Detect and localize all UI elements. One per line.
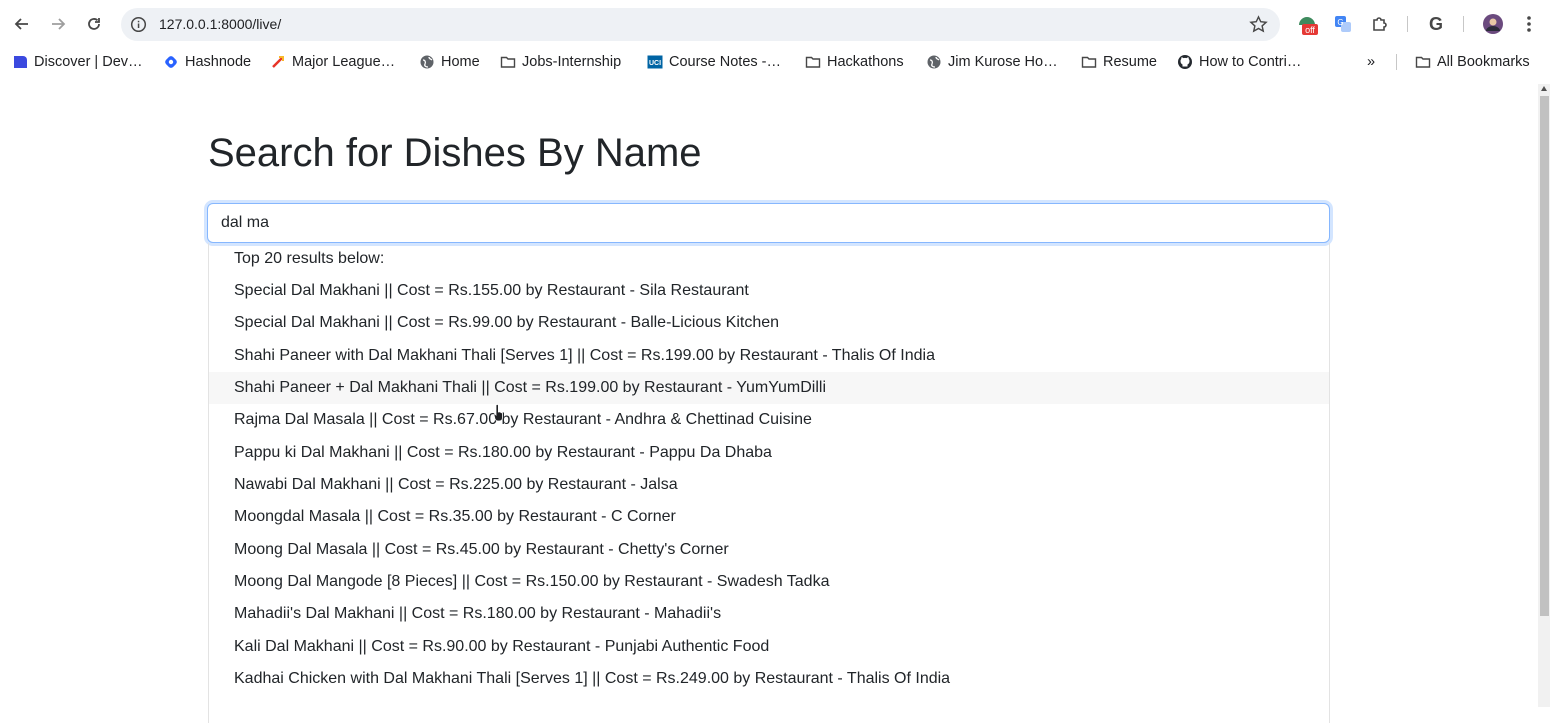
scroll-up-arrow-icon[interactable] bbox=[1541, 86, 1547, 91]
bookmark-item[interactable]: Home bbox=[419, 53, 480, 71]
result-item[interactable]: Nawabi Dal Makhani || Cost = Rs.225.00 b… bbox=[209, 469, 1329, 501]
result-item[interactable]: Kali Dal Makhani || Cost = Rs.90.00 by R… bbox=[209, 631, 1329, 663]
bookmark-label: Course Notes -… bbox=[669, 54, 782, 70]
search-results-list: Top 20 results below: Special Dal Makhan… bbox=[208, 243, 1330, 723]
github-icon bbox=[1177, 54, 1193, 70]
profile-avatar[interactable] bbox=[1481, 12, 1505, 36]
google-icon[interactable]: G bbox=[1424, 12, 1448, 36]
bookmark-star-icon[interactable] bbox=[1249, 15, 1268, 39]
results-header: Top 20 results below: bbox=[234, 250, 385, 267]
url-text: 127.0.0.1:8000/live/ bbox=[159, 16, 282, 32]
svg-text:G: G bbox=[1429, 14, 1443, 34]
toolbar-divider bbox=[1407, 16, 1408, 32]
dev-icon bbox=[12, 54, 28, 70]
address-bar[interactable]: 127.0.0.1:8000/live/ bbox=[121, 8, 1280, 41]
dish-search-input[interactable] bbox=[207, 203, 1330, 243]
scrollbar-thumb[interactable] bbox=[1540, 96, 1549, 616]
bookmark-item[interactable]: Major League… bbox=[270, 53, 395, 71]
folder-icon bbox=[805, 54, 821, 70]
folder-icon bbox=[500, 54, 516, 70]
bookmark-label: Hashnode bbox=[185, 54, 252, 70]
bookmark-item[interactable]: Hashnode bbox=[163, 53, 251, 71]
result-item[interactable]: Shahi Paneer with Dal Makhani Thali [Ser… bbox=[209, 340, 1329, 372]
mlh-icon bbox=[270, 54, 286, 70]
svg-text:off: off bbox=[1305, 25, 1315, 35]
translate-extension-icon[interactable]: G bbox=[1331, 12, 1355, 36]
svg-text:G: G bbox=[1337, 18, 1343, 27]
result-item[interactable]: Rajma Dal Masala || Cost = Rs.67.00 by R… bbox=[209, 404, 1329, 436]
result-item-hovered[interactable]: Shahi Paneer + Dal Makhani Thali || Cost… bbox=[209, 372, 1329, 404]
bookmark-label: Home bbox=[441, 54, 480, 70]
uci-icon: UCI bbox=[647, 54, 663, 70]
globe-icon bbox=[926, 54, 942, 70]
bookmark-item[interactable]: Resume bbox=[1081, 53, 1157, 71]
toolbar-divider bbox=[1463, 16, 1464, 32]
bookmark-label: Jobs-Internship bbox=[522, 54, 622, 70]
result-item[interactable]: Special Dal Makhani || Cost = Rs.155.00 … bbox=[209, 275, 1329, 307]
result-item[interactable]: Moong Dal Masala || Cost = Rs.45.00 by R… bbox=[209, 534, 1329, 566]
bookmark-label: Major League… bbox=[292, 54, 396, 70]
bookmark-label: Jim Kurose Ho… bbox=[948, 54, 1058, 70]
folder-icon bbox=[1081, 54, 1097, 70]
result-item[interactable]: Special Dal Makhani || Cost = Rs.99.00 b… bbox=[209, 307, 1329, 339]
bookmark-item[interactable]: Hackathons bbox=[805, 53, 904, 71]
globe-icon bbox=[419, 54, 435, 70]
all-bookmarks-label: All Bookmarks bbox=[1437, 54, 1530, 70]
bookmark-item[interactable]: Discover | Dev… bbox=[12, 53, 143, 71]
bookmark-item[interactable]: How to Contri… bbox=[1177, 53, 1301, 71]
bookmark-label: Hackathons bbox=[827, 54, 904, 70]
result-item[interactable]: Kadhai Chicken with Dal Makhani Thali [S… bbox=[209, 663, 1329, 695]
extension-off-icon[interactable]: off bbox=[1295, 12, 1319, 36]
site-info-icon[interactable] bbox=[130, 16, 147, 38]
hand-cursor-icon bbox=[493, 403, 505, 427]
bookmark-item[interactable]: Jim Kurose Ho… bbox=[926, 53, 1058, 71]
bookmarks-overflow-chevron[interactable]: » bbox=[1367, 53, 1375, 71]
bookmarks-bar: Discover | Dev… Hashnode Major League… H… bbox=[0, 48, 1550, 76]
puzzle-extensions-icon[interactable] bbox=[1368, 12, 1392, 36]
browser-toolbar: 127.0.0.1:8000/live/ off G G bbox=[0, 0, 1550, 48]
bookmarks-divider bbox=[1396, 54, 1397, 70]
folder-icon bbox=[1415, 54, 1431, 70]
forward-arrow-icon[interactable] bbox=[46, 12, 70, 36]
bookmark-label: Discover | Dev… bbox=[34, 54, 143, 70]
reload-icon[interactable] bbox=[82, 12, 106, 36]
back-arrow-icon[interactable] bbox=[10, 12, 34, 36]
bookmark-label: Resume bbox=[1103, 54, 1157, 70]
bookmark-label: How to Contri… bbox=[1199, 54, 1302, 70]
page-title: Search for Dishes By Name bbox=[208, 131, 702, 175]
hashnode-icon bbox=[163, 54, 179, 70]
bookmark-item[interactable]: Jobs-Internship bbox=[500, 53, 621, 71]
result-item[interactable]: Mahadii's Dal Makhani || Cost = Rs.180.0… bbox=[209, 598, 1329, 630]
all-bookmarks-button[interactable]: All Bookmarks bbox=[1415, 53, 1530, 71]
bookmark-item[interactable]: UCI Course Notes -… bbox=[647, 53, 781, 71]
result-item[interactable]: Pappu ki Dal Makhani || Cost = Rs.180.00… bbox=[209, 437, 1329, 469]
page-scrollbar[interactable] bbox=[1538, 84, 1550, 707]
result-item[interactable]: Moong Dal Mangode [8 Pieces] || Cost = R… bbox=[209, 566, 1329, 598]
result-item[interactable]: Moongdal Masala || Cost = Rs.35.00 by Re… bbox=[209, 501, 1329, 533]
menu-kebab-icon[interactable] bbox=[1517, 12, 1541, 36]
svg-text:UCI: UCI bbox=[649, 60, 661, 67]
